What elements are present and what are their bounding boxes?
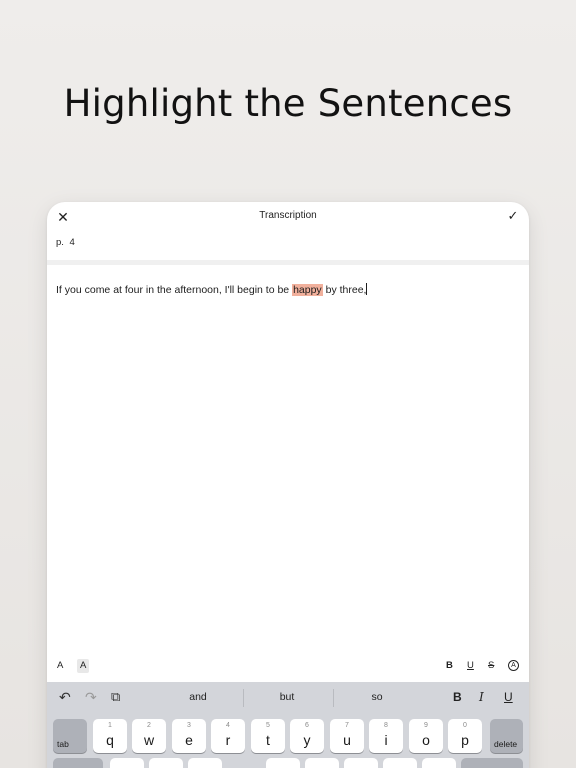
keyboard-row2-key[interactable] xyxy=(266,758,300,768)
key-letter: q xyxy=(106,732,114,748)
paste-icon[interactable]: ⧉ xyxy=(111,689,120,705)
key-letter: t xyxy=(266,732,270,748)
screen-title: Transcription xyxy=(259,210,317,221)
app-window: ✕ Transcription ✓ p. 4 If you come at fo… xyxy=(47,202,529,768)
key-i[interactable]: 8i xyxy=(369,719,403,753)
strikethrough-button[interactable]: S xyxy=(488,659,494,673)
keyboard-row2-key[interactable] xyxy=(149,758,183,768)
checkmark-icon[interactable]: ✓ xyxy=(505,208,521,224)
keyboard-bold-button[interactable]: B xyxy=(453,690,462,704)
key-number: 8 xyxy=(384,722,388,729)
key-e[interactable]: 3e xyxy=(172,719,206,753)
bold-button[interactable]: B xyxy=(446,659,453,673)
keyboard-row2-key[interactable] xyxy=(188,758,222,768)
key-t[interactable]: 5t xyxy=(251,719,285,753)
on-screen-keyboard: ↶ ↷ ⧉ and but so B I U tab 1q 2w 3e 4r 5… xyxy=(47,682,529,768)
key-number: 4 xyxy=(226,722,230,729)
redo-icon[interactable]: ↷ xyxy=(85,689,97,706)
font-size-small-button[interactable]: A xyxy=(57,659,63,673)
key-letter: r xyxy=(225,732,231,748)
keyboard-row2-key[interactable] xyxy=(344,758,378,768)
key-letter: y xyxy=(303,732,311,748)
key-number: 3 xyxy=(187,722,191,729)
key-letter: o xyxy=(422,732,430,748)
suggestion-so[interactable]: so xyxy=(337,691,417,703)
key-u[interactable]: 7u xyxy=(330,719,364,753)
circled-a-icon[interactable]: A xyxy=(508,660,519,671)
key-number: 5 xyxy=(266,722,270,729)
tab-key-label: tab xyxy=(57,739,69,749)
key-number: 7 xyxy=(345,722,349,729)
keyboard-row2-key[interactable] xyxy=(110,758,144,768)
key-letter: w xyxy=(143,732,155,748)
font-size-large-button[interactable]: A xyxy=(77,659,90,673)
suggestion-but[interactable]: but xyxy=(247,691,327,703)
delete-key-label: delete xyxy=(494,739,518,749)
key-number: 9 xyxy=(424,722,428,729)
suggestion-divider xyxy=(243,689,244,707)
suggestion-bar: ↶ ↷ ⧉ and but so B I U xyxy=(47,682,529,714)
keyboard-row2-key[interactable] xyxy=(461,758,523,768)
key-number: 0 xyxy=(463,722,467,729)
headline: Highlight the Sentences xyxy=(63,82,513,125)
delete-key[interactable]: delete xyxy=(490,719,523,753)
text-before-highlight: If you come at four in the afternoon, I'… xyxy=(56,284,293,296)
key-w[interactable]: 2w xyxy=(132,719,166,753)
underline-button[interactable]: U xyxy=(467,659,474,673)
key-letter: e xyxy=(185,732,193,748)
key-y[interactable]: 6y xyxy=(290,719,324,753)
key-p[interactable]: 0p xyxy=(448,719,482,753)
suggestion-divider xyxy=(333,689,334,707)
keyboard-row2-key[interactable] xyxy=(305,758,339,768)
key-q[interactable]: 1q xyxy=(93,719,127,753)
key-letter: u xyxy=(343,732,351,748)
key-letter: p xyxy=(461,732,469,748)
keyboard-underline-button[interactable]: U xyxy=(504,690,513,704)
tab-key[interactable]: tab xyxy=(53,719,87,753)
keyboard-row2-key[interactable] xyxy=(383,758,417,768)
key-o[interactable]: 9o xyxy=(409,719,443,753)
key-number: 1 xyxy=(108,722,112,729)
format-toolbar: A A B U S A xyxy=(47,659,529,675)
text-cursor xyxy=(366,283,368,295)
key-number: 2 xyxy=(147,722,151,729)
keyboard-row2-key[interactable] xyxy=(53,758,103,768)
text-after-highlight: by three, xyxy=(322,284,367,296)
keyboard-row2-key[interactable] xyxy=(422,758,456,768)
divider xyxy=(47,260,529,265)
transcription-text-area[interactable]: If you come at four in the afternoon, I'… xyxy=(56,283,520,297)
title-bar: ✕ Transcription ✓ xyxy=(47,202,529,232)
suggestion-and[interactable]: and xyxy=(158,691,238,703)
key-r[interactable]: 4r xyxy=(211,719,245,753)
page-number-label: p. 4 xyxy=(56,237,75,248)
undo-icon[interactable]: ↶ xyxy=(59,689,71,706)
key-number: 6 xyxy=(305,722,309,729)
key-letter: i xyxy=(384,732,388,748)
keyboard-italic-button[interactable]: I xyxy=(479,690,484,704)
highlighted-word[interactable]: happy xyxy=(292,284,323,296)
